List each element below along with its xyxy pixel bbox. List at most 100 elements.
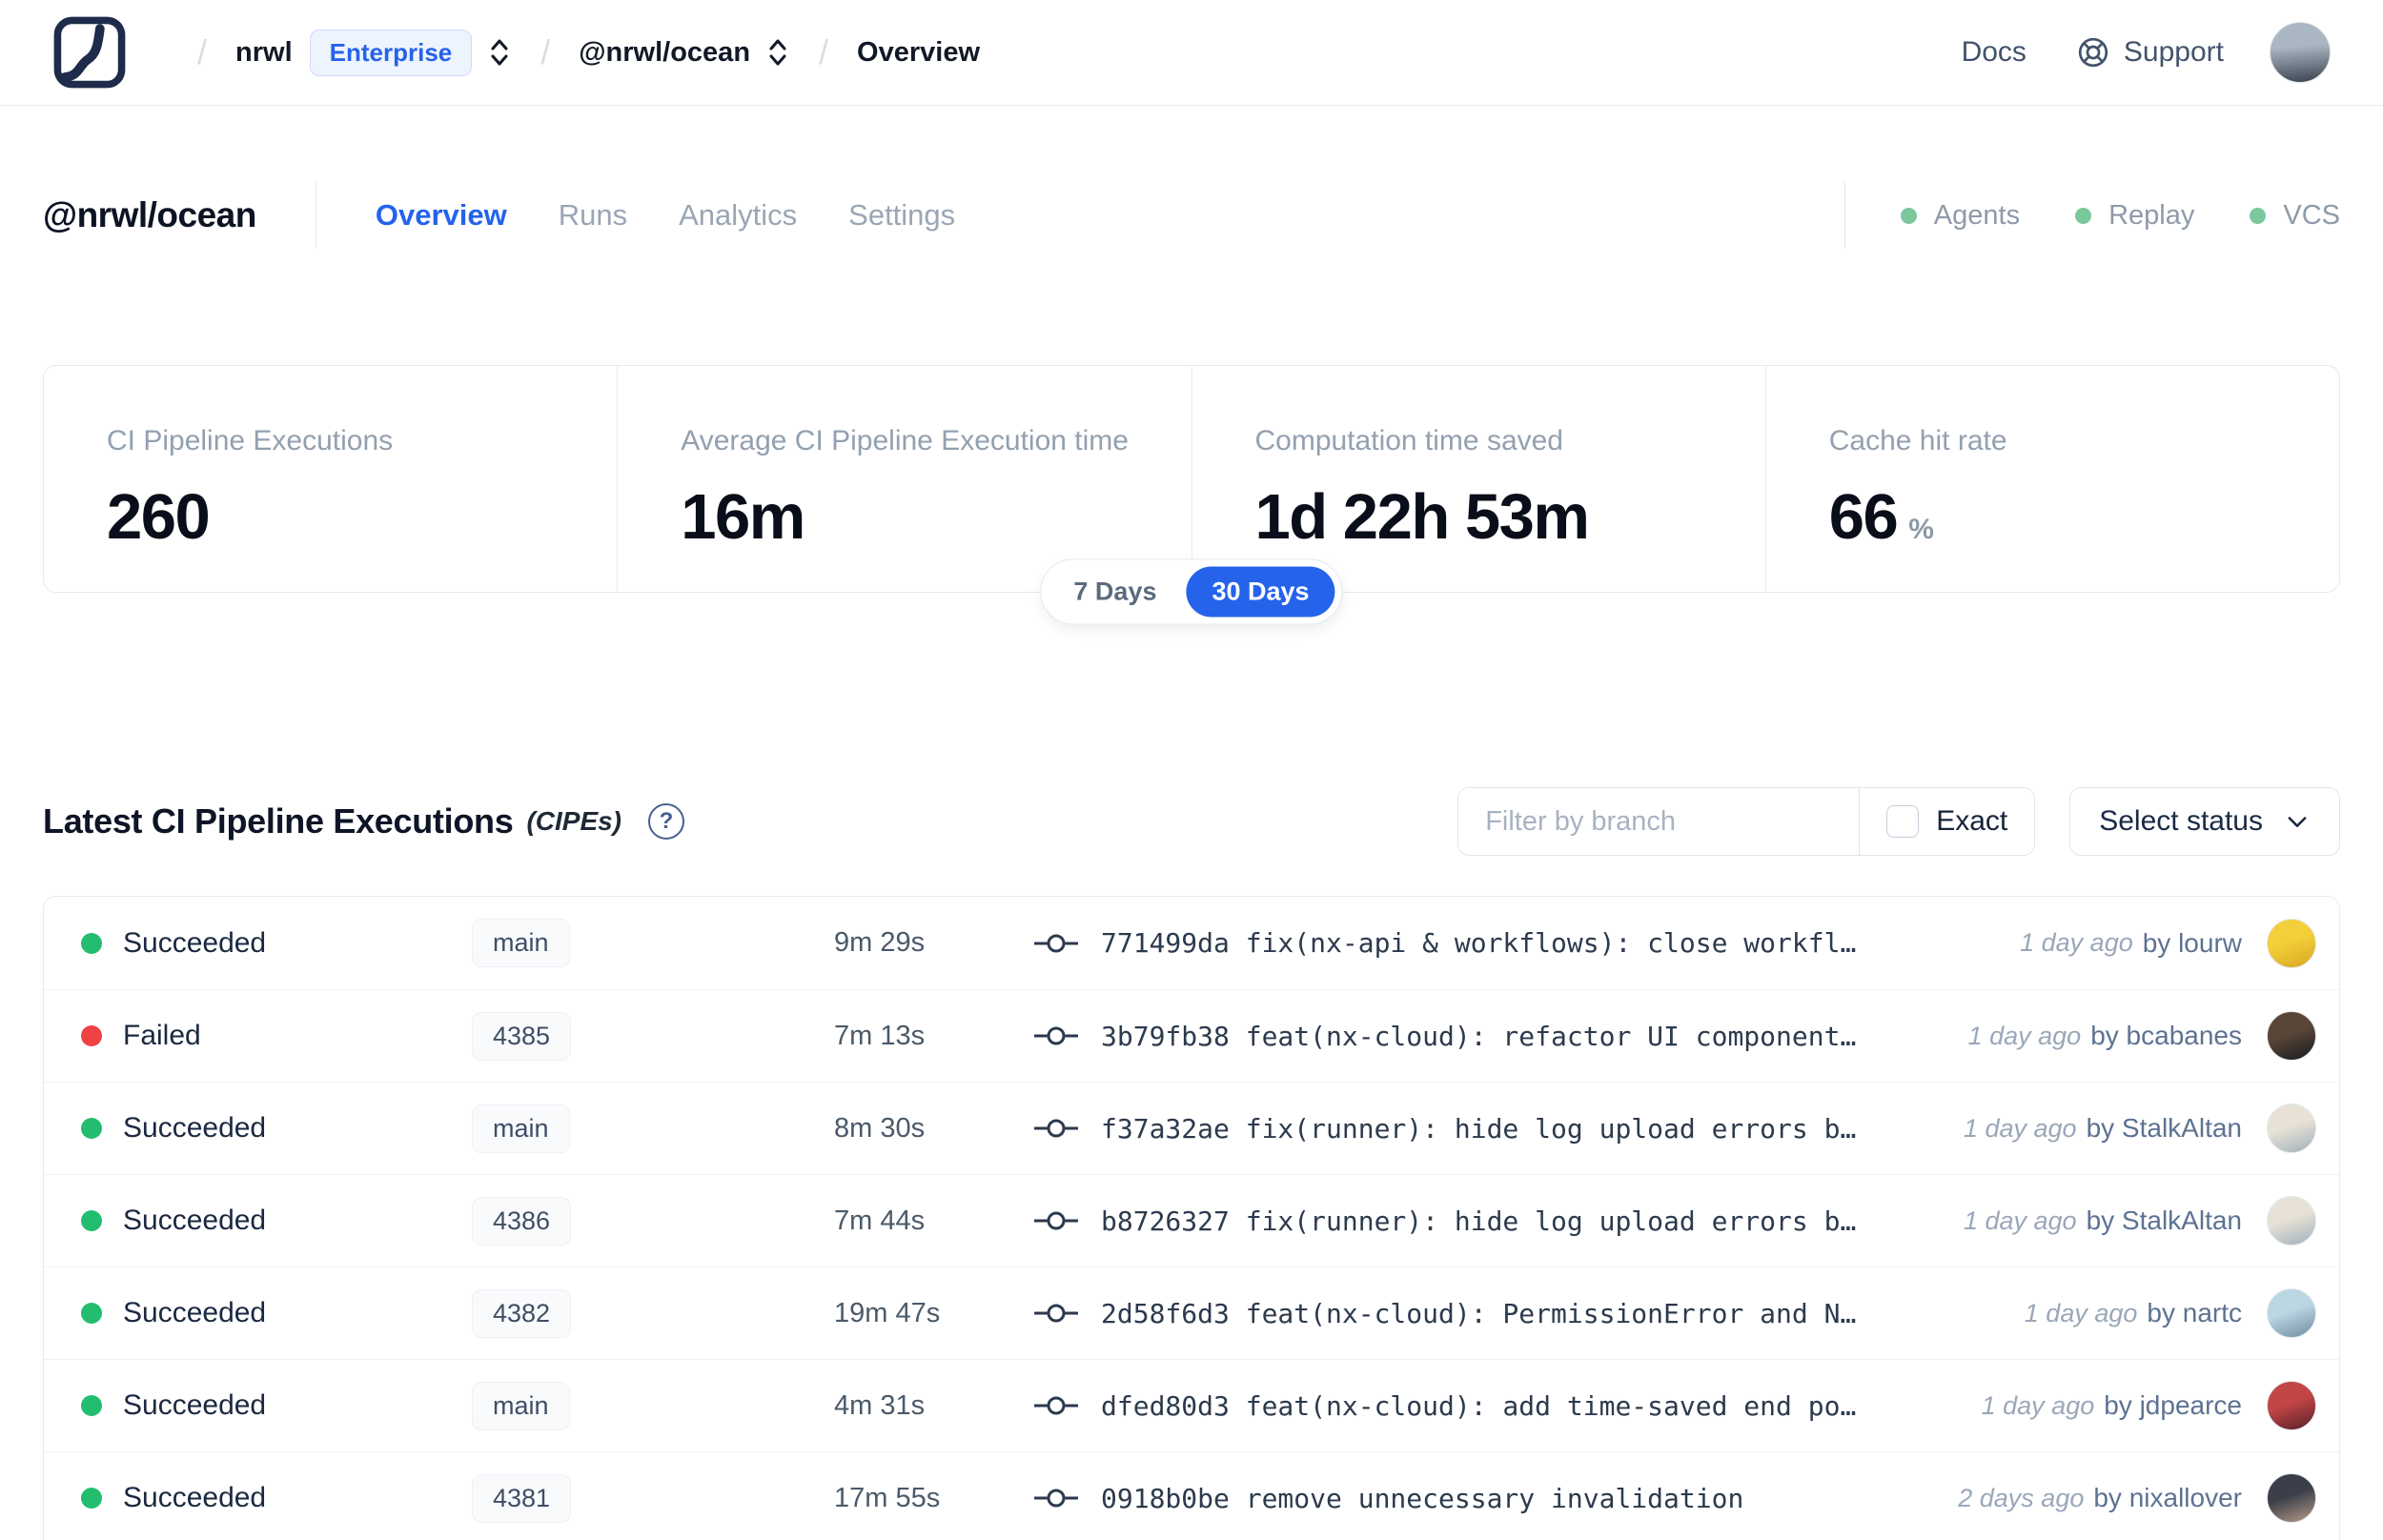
select-status-dropdown[interactable]: Select status — [2069, 787, 2340, 856]
breadcrumb-org[interactable]: nrwl — [235, 37, 293, 69]
commit-author[interactable]: by nixallover — [2093, 1483, 2242, 1513]
stats-cards: CI Pipeline Executions 260 Average CI Pi… — [43, 365, 2340, 625]
commit-cell: b8726327 fix(runner): hide log upload er… — [1034, 1206, 1945, 1237]
table-row[interactable]: Succeeded 4386 7m 44s b8726327 fix(runne… — [44, 1174, 2339, 1266]
select-status-label: Select status — [2099, 805, 2263, 837]
commit-message[interactable]: 2d58f6d3 feat(nx-cloud): PermissionError… — [1101, 1298, 1856, 1329]
author-avatar[interactable] — [2267, 1381, 2316, 1430]
table-row[interactable]: Succeeded main 4m 31s dfed80d3 feat(nx-c… — [44, 1359, 2339, 1451]
breadcrumb-separator: / — [197, 32, 208, 71]
commit-time: 1 day ago — [1963, 1206, 2077, 1235]
status-dot-icon — [81, 1395, 102, 1416]
stat-card-time-saved: Computation time saved 1d 22h 53m — [1191, 366, 1765, 592]
commit-cell: 2d58f6d3 feat(nx-cloud): PermissionError… — [1034, 1298, 2006, 1329]
duration-label: 7m 44s — [834, 1205, 926, 1236]
status-dot-icon — [81, 1118, 102, 1139]
author-avatar[interactable] — [2267, 1011, 2316, 1061]
tab-settings[interactable]: Settings — [848, 198, 955, 233]
docs-link[interactable]: Docs — [1962, 36, 2027, 69]
commit-message[interactable]: 0918b0be remove unnecessary invalidation — [1101, 1483, 1743, 1514]
commit-author[interactable]: by StalkAltan — [2087, 1113, 2242, 1144]
breadcrumb-workspace[interactable]: @nrwl/ocean — [579, 37, 750, 69]
commit-message[interactable]: b8726327 fix(runner): hide log upload er… — [1101, 1206, 1856, 1237]
commit-message[interactable]: dfed80d3 feat(nx-cloud): add time-saved … — [1101, 1390, 1856, 1422]
branch-badge[interactable]: 4386 — [472, 1196, 572, 1246]
branch-cell: 4381 — [472, 1473, 834, 1523]
service-vcs[interactable]: VCS — [2250, 200, 2340, 232]
meta-cell: 1 day ago by jdpearce — [1982, 1381, 2316, 1430]
branch-filter-input[interactable] — [1458, 788, 1860, 855]
status-cell: Succeeded — [81, 1205, 472, 1237]
support-link[interactable]: Support — [2076, 35, 2224, 70]
commit-author[interactable]: by lourw — [2143, 928, 2242, 959]
commit-message[interactable]: f37a32ae fix(runner): hide log upload er… — [1101, 1113, 1856, 1145]
commit-time: 1 day ago — [1981, 1390, 2095, 1420]
tab-analytics[interactable]: Analytics — [679, 198, 797, 233]
branch-badge[interactable]: main — [472, 1381, 570, 1430]
commit-author[interactable]: by bcabanes — [2090, 1021, 2242, 1051]
branch-filter-group: Exact — [1457, 787, 2036, 856]
branch-badge[interactable]: main — [472, 1104, 570, 1153]
workspace-title: @nrwl/ocean — [43, 195, 256, 234]
range-7-days-button[interactable]: 7 Days — [1048, 567, 1182, 618]
duration-label: 8m 30s — [834, 1112, 926, 1144]
branch-badge[interactable]: main — [472, 919, 570, 967]
stat-value: 1d 22h 53m — [1254, 481, 1590, 553]
nx-cloud-logo-icon[interactable] — [52, 15, 127, 90]
table-row[interactable]: Succeeded main 9m 29s 771499da fix(nx-ap… — [44, 897, 2339, 989]
table-row[interactable]: Succeeded 4382 19m 47s 2d58f6d3 feat(nx-… — [44, 1266, 2339, 1359]
exact-match-toggle[interactable]: Exact — [1860, 788, 2034, 855]
status-cell: Succeeded — [81, 1482, 472, 1514]
enterprise-badge: Enterprise — [309, 29, 473, 76]
cipe-title: Latest CI Pipeline Executions — [43, 801, 514, 841]
status-label: Succeeded — [123, 1205, 267, 1236]
commit-author[interactable]: by nartc — [2147, 1298, 2242, 1328]
author-avatar[interactable] — [2267, 1288, 2316, 1338]
chevron-down-icon — [2288, 817, 2307, 827]
workspace-switcher-icon[interactable] — [765, 36, 790, 69]
duration-label: 9m 29s — [834, 927, 926, 958]
commit-time: 1 day ago — [1963, 1113, 2077, 1143]
help-icon[interactable]: ? — [648, 803, 685, 840]
status-dot-icon — [81, 1025, 102, 1046]
branch-badge[interactable]: 4381 — [472, 1473, 572, 1523]
commit-message[interactable]: 771499da fix(nx-api & workflows): close … — [1101, 927, 1856, 959]
commit-message[interactable]: 3b79fb38 feat(nx-cloud): refactor UI com… — [1101, 1021, 1856, 1052]
service-replay[interactable]: Replay — [2075, 200, 2194, 232]
service-agents[interactable]: Agents — [1900, 199, 2021, 232]
meta-cell: 2 days ago by nixallover — [1958, 1473, 2316, 1523]
author-avatar[interactable] — [2267, 1473, 2316, 1523]
commit-author[interactable]: by jdpearce — [2104, 1390, 2242, 1421]
author-avatar[interactable] — [2267, 1196, 2316, 1246]
author-avatar[interactable] — [2267, 1104, 2316, 1153]
service-label: Agents — [1933, 199, 2021, 231]
branch-badge[interactable]: 4382 — [472, 1288, 572, 1338]
user-avatar[interactable] — [2270, 22, 2331, 83]
stat-value: 260 — [107, 481, 211, 553]
stat-value: 16m — [681, 481, 805, 553]
table-row[interactable]: Failed 4385 7m 13s 3b79fb38 feat(nx-clou… — [44, 989, 2339, 1082]
duration-label: 7m 13s — [834, 1020, 926, 1051]
service-label: Replay — [2108, 199, 2195, 231]
git-commit-icon — [1034, 1489, 1078, 1508]
table-row[interactable]: Succeeded main 8m 30s f37a32ae fix(runne… — [44, 1082, 2339, 1174]
tab-runs[interactable]: Runs — [559, 198, 627, 233]
commit-time: 1 day ago — [1967, 1021, 2082, 1050]
git-commit-icon — [1034, 1211, 1078, 1230]
range-30-days-button[interactable]: 30 Days — [1186, 566, 1335, 618]
status-cell: Succeeded — [81, 1112, 472, 1145]
status-label: Succeeded — [123, 926, 267, 959]
org-switcher-icon[interactable] — [487, 36, 512, 69]
service-label: VCS — [2283, 199, 2340, 231]
branch-badge[interactable]: 4385 — [472, 1011, 572, 1061]
tab-overview[interactable]: Overview — [376, 198, 507, 233]
status-cell: Failed — [81, 1020, 472, 1052]
table-row[interactable]: Succeeded 4381 17m 55s 0918b0be remove u… — [44, 1451, 2339, 1540]
status-label: Failed — [123, 1020, 201, 1051]
breadcrumb-separator: / — [540, 32, 551, 71]
meta-cell: 1 day ago by StalkAltan — [1964, 1104, 2316, 1153]
commit-author[interactable]: by StalkAltan — [2087, 1206, 2242, 1236]
author-avatar[interactable] — [2267, 918, 2316, 968]
exact-checkbox[interactable] — [1886, 805, 1920, 838]
breadcrumb-separator: / — [819, 32, 829, 71]
